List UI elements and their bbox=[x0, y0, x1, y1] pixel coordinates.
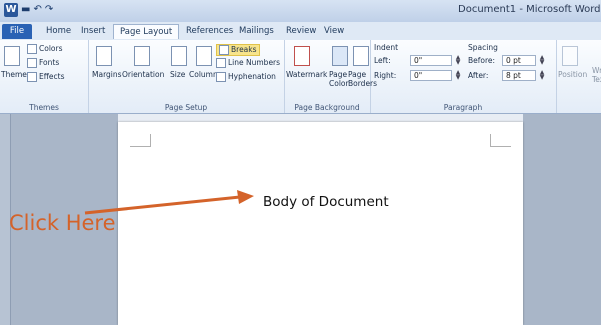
tab-insert[interactable]: Insert bbox=[75, 24, 111, 39]
colors-button[interactable]: Colors bbox=[27, 44, 63, 54]
tab-home[interactable]: Home bbox=[40, 24, 77, 39]
ribbon-tabs: File Home Insert Page Layout References … bbox=[0, 22, 601, 41]
indent-right-spinner[interactable]: ▲ ▼ bbox=[454, 70, 462, 81]
themes-group: Themes Colors Fonts Effects Themes bbox=[0, 40, 89, 113]
arrange-group: Position WraText bbox=[556, 40, 601, 113]
line-numbers-button[interactable]: Line Numbers bbox=[216, 58, 280, 68]
paragraph-group: Indent Left: 0" ▲ ▼ Right: 0" ▲ ▼ Spacing … bbox=[370, 40, 557, 113]
tab-review[interactable]: Review bbox=[280, 24, 322, 39]
watermark-icon bbox=[294, 46, 310, 66]
columns-icon bbox=[196, 46, 212, 66]
wrap-text-button[interactable]: WraText bbox=[592, 66, 601, 84]
spacing-label: Spacing bbox=[468, 43, 498, 52]
page-color-icon bbox=[332, 46, 348, 66]
paragraph-group-label: Paragraph bbox=[443, 103, 483, 112]
colors-icon bbox=[27, 44, 37, 54]
page-setup-group: Margins Orientation Size Columns Breaks … bbox=[88, 40, 285, 113]
position-button[interactable]: Position bbox=[558, 70, 587, 79]
fonts-icon bbox=[27, 58, 37, 68]
quick-access-toolbar: W ▬ ↶ ↷ bbox=[4, 3, 53, 17]
tab-file[interactable]: File bbox=[2, 24, 32, 39]
spacing-before-spinner[interactable]: ▲ ▼ bbox=[538, 55, 546, 66]
title-bar: W ▬ ↶ ↷ Document1 - Microsoft Word bbox=[0, 0, 601, 22]
margins-icon bbox=[96, 46, 112, 66]
size-icon bbox=[171, 46, 187, 66]
fonts-button[interactable]: Fonts bbox=[27, 58, 59, 68]
orientation-button[interactable]: Orientation bbox=[122, 70, 164, 79]
watermark-button[interactable]: Watermark bbox=[286, 70, 327, 79]
page-borders-icon bbox=[353, 46, 369, 66]
indent-label: Indent bbox=[374, 43, 399, 52]
breaks-button[interactable]: Breaks bbox=[216, 44, 260, 56]
document-page[interactable]: Body of Document bbox=[118, 122, 523, 325]
size-button[interactable]: Size bbox=[170, 70, 185, 79]
position-icon bbox=[562, 46, 578, 66]
spacing-after-field[interactable]: 8 pt bbox=[502, 70, 536, 81]
hyphenation-button[interactable]: Hyphenation bbox=[216, 72, 276, 82]
document-body-text[interactable]: Body of Document bbox=[263, 194, 389, 210]
click-here-annotation: Click Here bbox=[9, 211, 116, 235]
spacing-before-label: Before: bbox=[468, 56, 496, 65]
page-background-group: Watermark Page Color Page Borders Page Bac… bbox=[284, 40, 377, 113]
breaks-icon bbox=[219, 45, 229, 55]
spacing-after-label: After: bbox=[468, 71, 489, 80]
line-numbers-icon bbox=[216, 58, 226, 68]
orientation-icon bbox=[134, 46, 150, 66]
hyphenation-icon bbox=[216, 72, 226, 82]
tab-page-layout[interactable]: Page Layout bbox=[113, 24, 180, 39]
page-background-group-label: Page Background bbox=[294, 103, 360, 112]
indent-left-spinner[interactable]: ▲ ▼ bbox=[454, 55, 462, 66]
indent-right-field[interactable]: 0" bbox=[410, 70, 452, 81]
margins-button[interactable]: Margins bbox=[92, 70, 122, 79]
page-color-button[interactable]: Page Color bbox=[329, 70, 349, 88]
spacing-after-spinner[interactable]: ▲ ▼ bbox=[538, 70, 546, 81]
spacing-before-field[interactable]: 0 pt bbox=[502, 55, 536, 66]
save-icon[interactable]: ▬ bbox=[21, 3, 30, 17]
effects-icon bbox=[27, 72, 37, 82]
indent-right-label: Right: bbox=[374, 71, 397, 80]
page-setup-group-label: Page Setup bbox=[164, 103, 208, 112]
margin-corner-mark bbox=[130, 134, 151, 147]
themes-group-label: Themes bbox=[29, 103, 59, 112]
tab-view[interactable]: View bbox=[318, 24, 350, 39]
ribbon: Themes Colors Fonts Effects Themes Margi… bbox=[0, 40, 601, 114]
tab-mailings[interactable]: Mailings bbox=[233, 24, 280, 39]
themes-icon bbox=[4, 46, 20, 66]
undo-icon[interactable]: ↶ bbox=[33, 3, 41, 17]
tab-references[interactable]: References bbox=[180, 24, 239, 39]
indent-left-field[interactable]: 0" bbox=[410, 55, 452, 66]
margin-corner-mark bbox=[490, 134, 511, 147]
indent-left-label: Left: bbox=[374, 56, 391, 65]
effects-button[interactable]: Effects bbox=[27, 72, 65, 82]
word-logo-icon: W bbox=[4, 3, 18, 17]
redo-icon[interactable]: ↷ bbox=[45, 3, 53, 17]
window-title: Document1 - Microsoft Word bbox=[458, 4, 601, 15]
